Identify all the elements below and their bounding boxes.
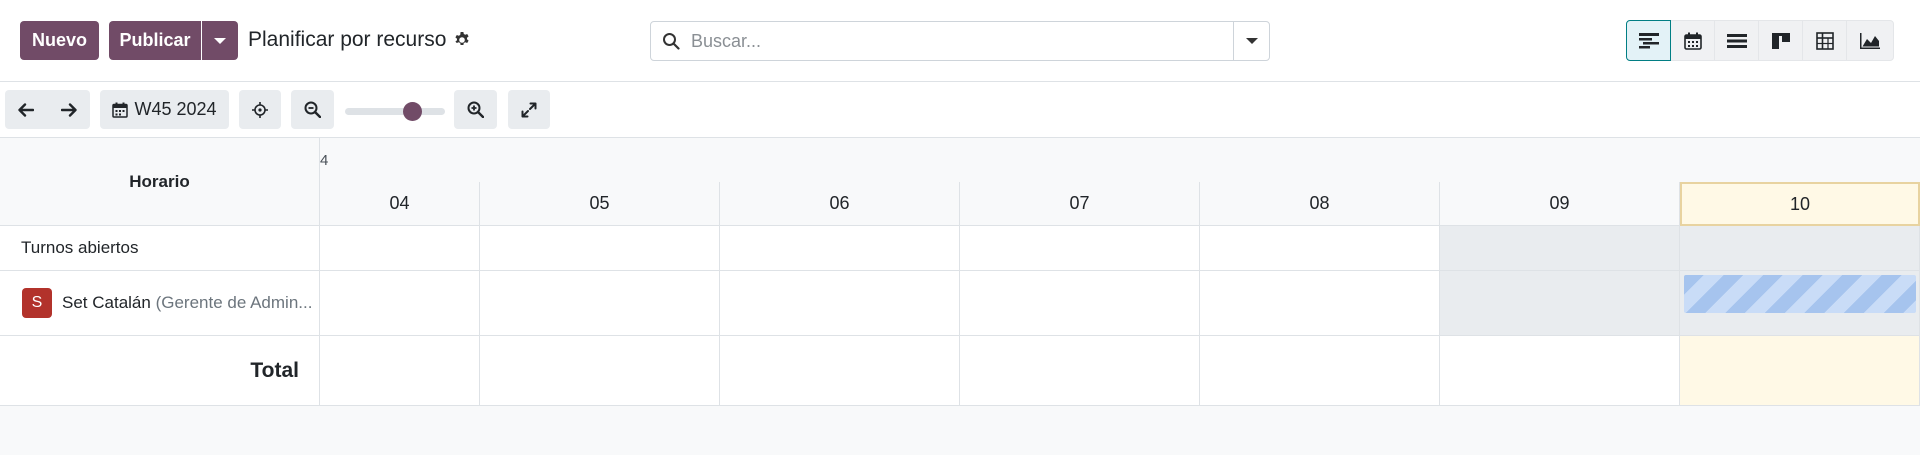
row-label-open-shifts[interactable]: Turnos abiertos: [0, 226, 320, 271]
row-label-employee[interactable]: S Set Catalán (Gerente de Admin...: [0, 271, 320, 336]
day-header: 04: [320, 182, 480, 226]
gantt-cell[interactable]: [1680, 226, 1920, 271]
breadcrumb: Planificar por recurso: [248, 28, 470, 52]
previous-period-button[interactable]: [5, 90, 47, 129]
calendar-icon: [112, 102, 129, 118]
control-panel: Nuevo Publicar Planificar por recurso: [0, 0, 1920, 82]
gantt-toolbar: W45 2024: [0, 82, 1920, 138]
publish-dropdown-toggle[interactable]: [202, 21, 238, 60]
zoom-slider[interactable]: [345, 102, 445, 121]
expand-icon: [521, 102, 537, 117]
gantt-icon: [1638, 32, 1659, 48]
calendar-icon: [1683, 32, 1702, 50]
day-header: 08: [1200, 182, 1440, 226]
search-icon: [651, 22, 691, 60]
graph-view-button[interactable]: [1846, 20, 1894, 61]
zoom-out-icon: [304, 101, 321, 118]
total-cell: [1680, 336, 1920, 406]
total-cell: [320, 336, 480, 406]
next-period-button[interactable]: [47, 90, 90, 129]
publish-button[interactable]: Publicar: [109, 21, 201, 60]
total-cell: [1200, 336, 1440, 406]
gantt-cell[interactable]: [320, 271, 480, 336]
day-header: 07: [960, 182, 1200, 226]
zoom-in-icon: [467, 101, 484, 118]
new-button[interactable]: Nuevo: [20, 21, 99, 60]
chevron-down-icon: [1245, 38, 1258, 44]
zoom-out-button[interactable]: [291, 90, 334, 129]
view-switcher: [1626, 20, 1894, 61]
zoom-slider-handle[interactable]: [403, 102, 422, 121]
total-row-label: Total: [0, 336, 320, 406]
row-header-title: Horario: [0, 138, 320, 226]
gantt-cell[interactable]: [960, 226, 1200, 271]
gantt-cell[interactable]: [720, 271, 960, 336]
kanban-view-button[interactable]: [1758, 20, 1803, 61]
gantt-cell[interactable]: [1200, 271, 1440, 336]
day-header-today: 10: [1680, 182, 1920, 226]
page-title: Planificar por recurso: [248, 28, 447, 51]
pivot-view-button[interactable]: [1802, 20, 1847, 61]
gantt-cell[interactable]: [320, 226, 480, 271]
search-options-toggle[interactable]: [1233, 22, 1269, 60]
graph-icon: [1860, 32, 1880, 49]
day-header: 05: [480, 182, 720, 226]
arrow-right-icon: [60, 102, 77, 117]
chevron-down-icon: [214, 37, 226, 44]
gantt-cell[interactable]: [480, 226, 720, 271]
total-cell: [1440, 336, 1680, 406]
gantt-cell[interactable]: [1440, 226, 1680, 271]
pivot-icon: [1815, 31, 1834, 50]
search-bar: [650, 21, 1270, 61]
arrow-left-icon: [18, 102, 34, 117]
calendar-view-button[interactable]: [1670, 20, 1715, 61]
list-icon: [1726, 33, 1747, 48]
zoom-in-button[interactable]: [454, 90, 497, 129]
date-picker-button[interactable]: W45 2024: [100, 90, 229, 129]
gantt-cell[interactable]: [1200, 226, 1440, 271]
gear-icon[interactable]: [454, 32, 470, 48]
crosshair-icon: [252, 101, 268, 118]
total-cell: [960, 336, 1200, 406]
day-header: 09: [1440, 182, 1680, 226]
gantt-cell[interactable]: [1440, 271, 1680, 336]
shift-pill[interactable]: [1684, 275, 1916, 313]
day-header: 06: [720, 182, 960, 226]
total-cell: [720, 336, 960, 406]
gantt-view-button[interactable]: [1626, 20, 1671, 61]
expand-button[interactable]: [508, 90, 550, 129]
gantt-cell[interactable]: [960, 271, 1200, 336]
total-cell: [480, 336, 720, 406]
employee-name: Set Catalán: [62, 293, 151, 312]
search-input[interactable]: [691, 30, 1233, 52]
list-view-button[interactable]: [1714, 20, 1759, 61]
month-header-label: 4: [320, 152, 329, 169]
employee-role: (Gerente de Admin...: [155, 293, 313, 312]
gantt-cell[interactable]: [480, 271, 720, 336]
kanban-icon: [1771, 32, 1790, 49]
date-range-label: W45 2024: [134, 99, 217, 119]
gantt-cell[interactable]: [720, 226, 960, 271]
avatar: S: [22, 288, 52, 318]
focus-today-button[interactable]: [239, 90, 281, 129]
